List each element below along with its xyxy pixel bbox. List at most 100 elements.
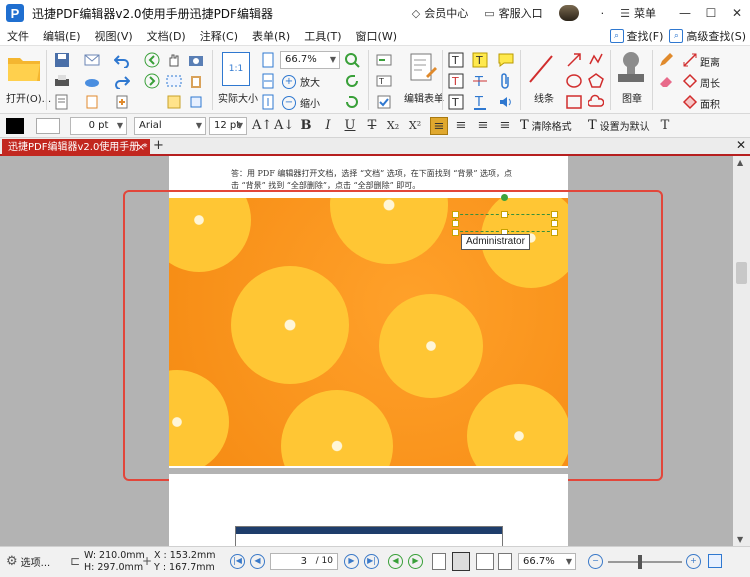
save-icon[interactable] [54, 52, 70, 68]
zoom-slider-handle[interactable] [638, 555, 642, 569]
attachment-icon[interactable] [498, 73, 514, 89]
facing-page-icon[interactable] [476, 553, 494, 570]
pdf-page-next[interactable] [169, 474, 568, 546]
align-center-icon[interactable]: ≡ [452, 117, 470, 135]
menu-window[interactable]: 窗口(W) [349, 28, 404, 44]
pencil-icon[interactable] [658, 52, 674, 68]
history-forward-icon[interactable]: ▶ [408, 554, 423, 569]
fit-page-icon[interactable] [260, 52, 276, 68]
highlight-text-icon[interactable]: T [472, 52, 488, 68]
maximize-button[interactable]: ☐ [698, 6, 724, 20]
font-size-select[interactable]: 12 pt ▼ [209, 117, 247, 135]
fit-visible-icon[interactable] [260, 94, 276, 110]
zoom-level-select[interactable]: 66.7% ▼ [518, 553, 576, 570]
menu-document[interactable]: 文档(D) [140, 28, 193, 44]
polygon-icon[interactable] [588, 73, 604, 89]
menu-view[interactable]: 视图(V) [88, 28, 140, 44]
zoom-select[interactable]: 66.7% ▼ [280, 51, 340, 69]
distance-label[interactable]: 距离 [700, 54, 720, 69]
menu-edit[interactable]: 编辑(E) [36, 28, 88, 44]
menu-tools[interactable]: 工具(T) [297, 28, 348, 44]
checkbox-field-icon[interactable] [376, 94, 392, 110]
rectangle-icon[interactable] [566, 94, 582, 110]
close-all-tabs-button[interactable]: ✕ [736, 138, 746, 152]
menu-comment[interactable]: 注释(C) [193, 28, 245, 44]
email-icon[interactable] [84, 52, 100, 68]
options-button[interactable]: ⚙ 选项... [6, 554, 50, 569]
strikethrough-button[interactable]: T [364, 117, 380, 135]
rotate-left-icon[interactable] [344, 73, 360, 89]
customer-service-button[interactable]: ▭ 客服入口 [484, 5, 542, 21]
scrollbar-thumb[interactable] [736, 262, 747, 284]
clipboard-icon[interactable] [188, 73, 204, 89]
forward-icon[interactable] [144, 73, 160, 89]
area-label[interactable]: 面积 [700, 96, 720, 111]
align-right-icon[interactable]: ≡ [474, 117, 492, 135]
align-justify-icon[interactable]: ≡ [496, 117, 514, 135]
italic-button[interactable]: I [320, 117, 336, 135]
undo-icon[interactable] [114, 52, 130, 68]
more-dots[interactable]: · [601, 7, 605, 20]
typewriter-icon[interactable]: T [448, 73, 464, 89]
subscript-button[interactable]: X₂ [384, 117, 402, 135]
zoom-slider-track[interactable] [608, 561, 682, 563]
menu-file[interactable]: 文件 [0, 28, 36, 44]
cloud-shape-icon[interactable] [588, 94, 604, 110]
open-label[interactable]: 打开(O)... [6, 90, 51, 105]
stamp-icon[interactable] [614, 50, 648, 86]
menu-form[interactable]: 表单(R) [245, 28, 297, 44]
font-select[interactable]: Arial ▼ [134, 117, 206, 135]
area-icon[interactable] [682, 94, 698, 110]
stroke-color-swatch[interactable] [36, 118, 60, 134]
decrease-font-icon[interactable]: A↓ [274, 117, 294, 135]
menu-button[interactable]: ☰ 菜单 [620, 5, 656, 21]
arrow-icon[interactable] [566, 52, 582, 68]
actual-size-label[interactable]: 实际大小 [218, 90, 258, 105]
document-workspace[interactable]: 答：用 PDF 编辑器打开文档，选择 “文档” 选项，在下面找到 “背景” 选项… [0, 156, 733, 546]
folder-open-icon[interactable] [6, 52, 42, 84]
print-icon[interactable] [54, 73, 70, 89]
stamp-label[interactable]: 图章 [622, 90, 642, 105]
form-field-icon[interactable] [376, 52, 392, 68]
select-text-icon[interactable] [166, 73, 182, 89]
vertical-scrollbar[interactable]: ▲ ▼ [733, 156, 750, 546]
single-page-icon[interactable] [432, 553, 446, 570]
fit-width-icon[interactable] [260, 73, 276, 89]
sticky-note-icon[interactable] [498, 52, 514, 68]
fit-screen-icon[interactable] [708, 554, 722, 568]
scroll-down-icon[interactable]: ▼ [737, 535, 743, 544]
snapshot-icon[interactable] [166, 94, 182, 110]
vip-center-button[interactable]: ◇ 会员中心 [412, 5, 468, 21]
strikeout-icon[interactable]: T [472, 73, 488, 89]
edit-form-icon[interactable] [408, 52, 438, 82]
eraser-icon[interactable] [658, 73, 674, 89]
tab-document[interactable]: 迅捷PDF编辑器v2.0使用手册 * × [2, 139, 150, 156]
zoom-out-button[interactable]: − 缩小 [282, 95, 320, 110]
tab-close-icon[interactable]: × [137, 139, 145, 156]
minimize-button[interactable]: — [672, 6, 698, 20]
zoom-search-icon[interactable] [344, 52, 360, 68]
actual-size-icon[interactable]: 1:1 [222, 52, 250, 86]
continuous-facing-icon[interactable] [498, 553, 512, 570]
first-page-button[interactable]: |◀ [230, 554, 245, 569]
text-box-icon[interactable]: T [448, 52, 464, 68]
zoom-out-icon[interactable]: − [588, 554, 603, 569]
perimeter-label[interactable]: 周长 [700, 75, 720, 90]
previous-page-button[interactable]: ◀ [250, 554, 265, 569]
perimeter-icon[interactable] [682, 73, 698, 89]
redo-icon[interactable] [114, 73, 130, 89]
hand-icon[interactable] [166, 52, 182, 68]
continuous-page-icon[interactable] [452, 552, 470, 571]
callout-icon[interactable]: T [448, 94, 464, 110]
history-back-icon[interactable]: ◀ [388, 554, 403, 569]
camera-icon[interactable] [188, 52, 204, 68]
rotate-right-icon[interactable] [344, 94, 360, 110]
text-field-icon[interactable]: T [376, 73, 392, 89]
properties-icon[interactable] [54, 94, 70, 110]
crop-icon[interactable] [188, 94, 204, 110]
sound-icon[interactable] [498, 94, 514, 110]
polyline-icon[interactable] [588, 52, 604, 68]
clear-format-button[interactable]: T 清除格式 [520, 118, 572, 133]
close-button[interactable]: ✕ [724, 6, 750, 20]
zoom-in-icon[interactable]: + [686, 554, 701, 569]
